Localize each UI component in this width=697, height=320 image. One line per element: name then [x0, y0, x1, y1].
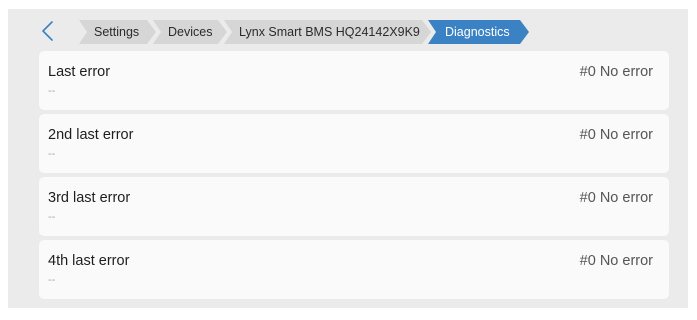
- error-row-4th[interactable]: 4th last error -- #0 No error: [39, 240, 669, 299]
- row-value: #0 No error: [579, 253, 653, 269]
- breadcrumb-item-settings[interactable]: Settings: [79, 20, 157, 44]
- row-value: #0 No error: [579, 190, 653, 206]
- row-value: #0 No error: [579, 127, 653, 143]
- row-subtitle: --: [48, 274, 56, 286]
- breadcrumb-label: Lynx Smart BMS HQ24142X9K9: [239, 25, 420, 39]
- row-title: Last error: [48, 64, 111, 80]
- error-row-2nd[interactable]: 2nd last error -- #0 No error: [39, 114, 669, 173]
- breadcrumb-item-device[interactable]: Lynx Smart BMS HQ24142X9K9: [224, 20, 432, 44]
- error-row-3rd[interactable]: 3rd last error -- #0 No error: [39, 177, 669, 236]
- breadcrumb-label: Settings: [94, 25, 140, 39]
- row-title: 4th last error: [48, 253, 130, 269]
- chevron-left-icon: [42, 21, 53, 41]
- diagnostics-page: Settings Devices Lynx Smart BMS HQ24142X…: [8, 9, 688, 308]
- breadcrumb-label: Devices: [168, 25, 213, 39]
- row-title: 3rd last error: [48, 190, 131, 206]
- row-subtitle: --: [48, 148, 56, 160]
- row-title: 2nd last error: [48, 127, 134, 143]
- back-button[interactable]: [36, 20, 62, 42]
- row-subtitle: --: [48, 211, 56, 223]
- breadcrumb-label: Diagnostics: [445, 25, 510, 39]
- top-bar: Settings Devices Lynx Smart BMS HQ24142X…: [8, 9, 688, 51]
- breadcrumb-item-devices[interactable]: Devices: [153, 20, 228, 44]
- breadcrumb-item-diagnostics[interactable]: Diagnostics: [428, 20, 530, 44]
- row-subtitle: --: [48, 85, 56, 97]
- row-value: #0 No error: [579, 64, 653, 80]
- error-row-last[interactable]: Last error -- #0 No error: [39, 51, 669, 110]
